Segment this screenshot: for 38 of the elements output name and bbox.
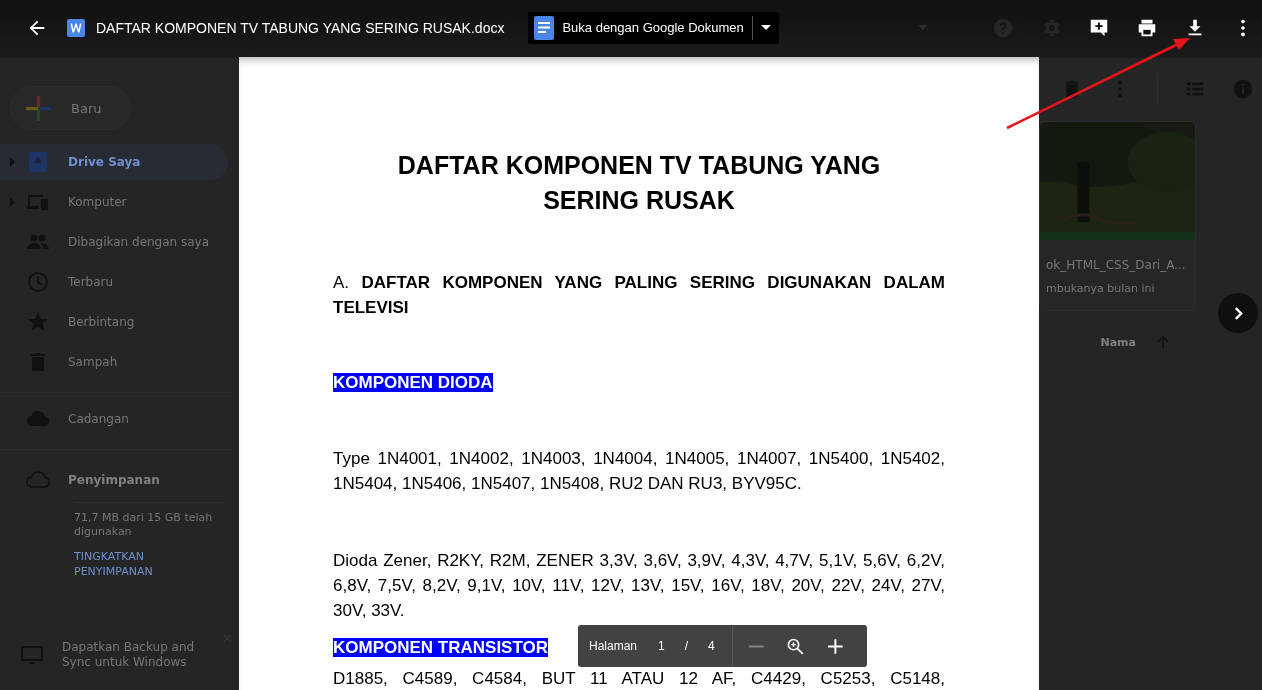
file-title: DAFTAR KOMPONEN TV TABUNG YANG SERING RUSAK.docx bbox=[96, 19, 505, 36]
zoom-icon[interactable] bbox=[787, 637, 805, 655]
sidebar-item[interactable]: Komputer bbox=[0, 184, 228, 220]
word-file-icon bbox=[67, 18, 85, 37]
file-card[interactable]: ok_HTML_CSS_Dari_A... mbukanya bulan ini bbox=[1039, 121, 1196, 311]
file-name: ok_HTML_CSS_Dari_A... bbox=[1046, 258, 1187, 272]
upgrade-storage-link[interactable]: TINGKATKAN PENYIMPANAN bbox=[74, 549, 194, 579]
page-total: 4 bbox=[708, 639, 715, 653]
plus-icon[interactable] bbox=[827, 637, 844, 655]
new-button[interactable]: Baru bbox=[10, 86, 130, 130]
drive-icon bbox=[26, 150, 50, 174]
storage-usage: 71,7 MB dari 15 GB telah digunakan bbox=[74, 511, 214, 539]
sidebar-item[interactable]: Dibagikan dengan saya bbox=[0, 224, 228, 260]
paragraph: Dioda Zener, R2KY, R2M, ZENER 3,3V, 3,6V, 3,9V, 4,3V, 4,7V, 5,1V, 5,6V, 6,2V, 6,8V, 7,5V, 8,2V, 9,1V, 10V, 11V, 12V, 13V, 15V, 16V, 18V, 20V, 22V, 24V, 27V, 30V, 33V. bbox=[333, 550, 945, 622]
file-detail: mbukanya bulan ini bbox=[1046, 282, 1156, 295]
page-separator: / bbox=[684, 639, 689, 653]
paragraph: Type 1N4001, 1N4002, 1N4003, 1N4004, 1N4005, 1N4007, 1N5400, 1N5402, 1N5404, 1N5406, 1N5407, 1N5408, RU2 DAN RU3, BYV95C. bbox=[333, 448, 945, 495]
chevron-right-icon bbox=[1233, 306, 1243, 320]
banner-text: Dapatkan Backup and Sync untuk Windows bbox=[62, 640, 196, 670]
sort-label[interactable]: Nama bbox=[1100, 335, 1136, 349]
next-button[interactable] bbox=[1218, 293, 1258, 333]
sidebar-item[interactable]: Terbaru bbox=[0, 264, 228, 300]
paragraph: D1885, C4589, C4584, BUT 11 ATAU 12 AF, C4429, C5253, C5148, bbox=[333, 668, 945, 690]
sidebar-item[interactable]: Berbintang bbox=[0, 304, 228, 340]
sidebar-item[interactable]: Sampah bbox=[0, 344, 228, 380]
storage-title: Penyimpanan bbox=[68, 473, 160, 487]
sidebar-item[interactable]: Cadangan bbox=[0, 401, 228, 437]
highlighted-heading: KOMPONEN DIODA bbox=[333, 373, 493, 392]
current-page: 1 bbox=[658, 639, 665, 653]
document-icon bbox=[534, 15, 555, 40]
sidebar-item[interactable]: Drive Saya bbox=[0, 144, 228, 180]
highlighted-heading: KOMPONEN TRANSISTOR bbox=[333, 638, 549, 657]
caret-icon bbox=[760, 25, 771, 30]
section-heading: A. DAFTAR KOMPONEN YANG PALING SERING DIGUNAKAN DALAM TELEVISI bbox=[333, 272, 945, 319]
document-title: DAFTAR KOMPONEN TV TABUNG YANG SERING RUSAK bbox=[396, 150, 882, 216]
page-label: Halaman bbox=[589, 639, 638, 653]
caret-icon bbox=[918, 25, 928, 30]
plus-icon bbox=[25, 95, 51, 121]
